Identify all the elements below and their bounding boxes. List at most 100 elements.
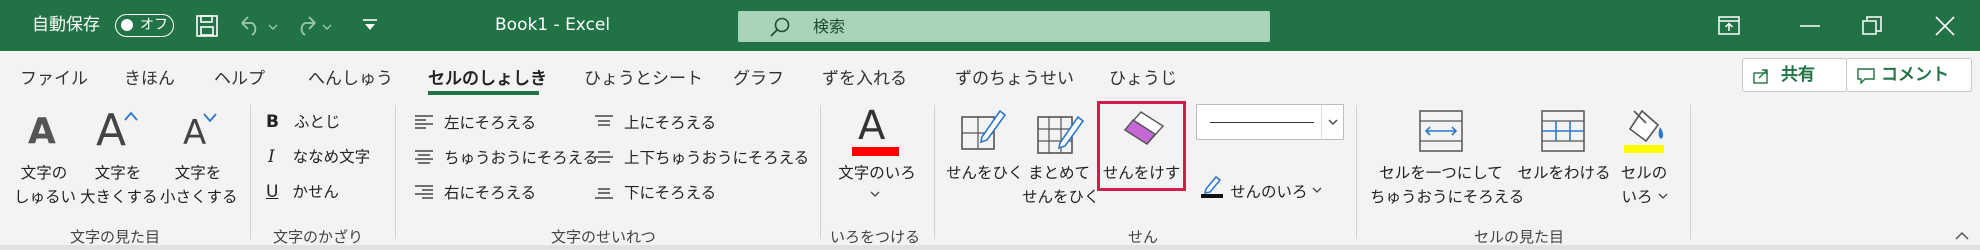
tab-basic[interactable]: きほん <box>124 64 175 89</box>
italic-label: ななめ文字 <box>292 148 371 166</box>
align-center-button[interactable]: ちゅうおうにそろえる <box>414 146 598 168</box>
draw-border-label: せんをひく <box>946 164 1024 182</box>
group-separator <box>934 105 935 239</box>
tab-insert-figure[interactable]: ずを入れる <box>822 64 907 89</box>
autosave-toggle[interactable]: オフ <box>115 14 174 37</box>
caret-up-icon <box>124 111 138 121</box>
bold-button[interactable]: B ふとじ <box>266 110 340 132</box>
bold-icon: B <box>266 112 279 132</box>
group-label-text-appearance: 文字の見た目 <box>70 228 161 246</box>
align-middle-button[interactable]: 上下ちゅうおうにそろえる <box>594 146 809 168</box>
group-separator <box>1356 105 1357 239</box>
group-label-color: いろをつける <box>830 228 921 246</box>
group-separator <box>820 105 821 239</box>
split-cells-icon <box>1541 110 1585 152</box>
fill-color-label-1: セルの <box>1620 164 1668 182</box>
align-bottom-button[interactable]: 下にそろえる <box>594 181 716 203</box>
tab-help[interactable]: ヘルプ <box>214 64 265 89</box>
chevron-down-icon <box>1328 119 1338 125</box>
font-type-icon: A <box>28 111 56 152</box>
align-middle-icon <box>595 151 613 163</box>
underline-button[interactable]: U かせん <box>266 180 339 202</box>
font-bigger-label-2: 大きくする <box>80 188 158 206</box>
merge-center-icon <box>1419 110 1463 152</box>
tab-cell-format[interactable]: セルのしょしき <box>428 64 547 89</box>
font-bigger-icon: A <box>96 105 127 156</box>
line-style-preview <box>1210 122 1314 123</box>
italic-icon: I <box>268 147 275 167</box>
tab-view[interactable]: ひょうじ <box>1109 64 1177 89</box>
redo-icon[interactable] <box>293 15 333 37</box>
save-icon[interactable] <box>196 15 218 37</box>
toggle-knob <box>121 19 133 31</box>
align-middle-label: 上下ちゅうおうにそろえる <box>623 149 810 167</box>
comment-button[interactable]: コメント <box>1846 58 1972 92</box>
active-tab-indicator <box>428 91 539 95</box>
search-box[interactable]: 検索 <box>738 11 1270 42</box>
chevron-down-icon <box>1658 193 1668 199</box>
document-title: Book1 - Excel <box>495 15 611 35</box>
align-right-icon <box>415 185 433 199</box>
share-label: 共有 <box>1781 65 1815 85</box>
autosave-label: 自動保存 <box>32 15 100 35</box>
underline-label: かせん <box>292 183 339 201</box>
font-bigger-label-1: 文字を <box>94 164 142 182</box>
erase-border-label: せんをけす <box>1102 164 1181 182</box>
align-left-button[interactable]: 左にそろえる <box>414 111 536 133</box>
fill-color-icon <box>1624 109 1664 153</box>
title-bar: 自動保存 オフ Book1 - Excel 検索 <box>0 0 1980 51</box>
share-icon <box>1753 69 1768 84</box>
tab-table-sheet[interactable]: ひょうとシート <box>584 64 703 89</box>
group-label-alignment: 文字のせいれつ <box>551 228 656 246</box>
ribbon: A 文字の しゅるい A 文字を 大きくする A 文字を 小さくする 文字の見た… <box>0 101 1980 246</box>
line-color-label: せんのいろ <box>1230 183 1308 201</box>
align-left-icon <box>415 115 433 129</box>
share-button[interactable]: 共有 <box>1742 58 1847 92</box>
eraser-icon <box>1123 111 1165 145</box>
font-smaller-label-1: 文字を <box>174 164 222 182</box>
tab-chart[interactable]: グラフ <box>733 64 784 89</box>
align-top-button[interactable]: 上にそろえる <box>594 111 716 133</box>
autosave-state: オフ <box>140 17 168 33</box>
search-icon <box>770 17 790 37</box>
underline-icon: U <box>266 182 279 202</box>
align-top-label: 上にそろえる <box>623 114 717 132</box>
ribbon-display-icon[interactable] <box>1718 16 1740 36</box>
minimize-icon[interactable] <box>1800 24 1820 28</box>
draw-border-grid-icon <box>1037 115 1084 154</box>
align-right-button[interactable]: 右にそろえる <box>414 181 536 203</box>
search-placeholder: 検索 <box>813 17 846 36</box>
chevron-down-icon <box>1312 187 1322 193</box>
font-type-label-1: 文字の <box>20 164 68 182</box>
collapse-ribbon-icon[interactable] <box>1955 231 1969 241</box>
tab-figure-adjust[interactable]: ずのちょうせい <box>955 64 1074 89</box>
align-left-label: 左にそろえる <box>443 114 537 132</box>
tab-file[interactable]: ファイル <box>20 64 88 89</box>
group-label-text-decoration: 文字のかざり <box>273 228 364 246</box>
font-color-swatch <box>852 147 899 156</box>
erase-border-button[interactable]: せんをけす <box>1097 101 1186 191</box>
group-label-cell-appearance: セルの見た目 <box>1474 228 1565 246</box>
font-color-icon: A <box>858 103 886 149</box>
align-top-icon <box>595 115 613 126</box>
line-style-dropdown-button[interactable] <box>1321 105 1343 139</box>
line-color-icon <box>1201 175 1223 198</box>
caret-down-icon <box>203 113 217 122</box>
align-right-label: 右にそろえる <box>443 184 537 202</box>
align-center-icon <box>415 150 433 164</box>
close-icon[interactable] <box>1935 16 1955 36</box>
ribbon-tabs: ファイル きほん ヘルプ へんしゅう セルのしょしき ひょうとシート グラフ ず… <box>0 51 1980 101</box>
chevron-down-icon <box>870 191 880 197</box>
line-style-dropdown[interactable] <box>1196 104 1344 140</box>
merge-center-label-2: ちゅうおうにそろえる <box>1370 188 1525 206</box>
restore-icon[interactable] <box>1862 16 1882 36</box>
draw-border-icon <box>961 109 1006 150</box>
merge-center-label-1: セルを一つにして <box>1379 164 1503 182</box>
draw-border-grid-label-2: せんをひく <box>1022 188 1100 206</box>
customize-toolbar-icon[interactable] <box>362 18 378 32</box>
italic-button[interactable]: I ななめ文字 <box>268 145 370 167</box>
tab-edit[interactable]: へんしゅう <box>308 64 393 89</box>
draw-border-grid-label-1: まとめて <box>1027 164 1090 182</box>
comment-icon <box>1857 68 1875 84</box>
undo-icon[interactable] <box>238 15 278 37</box>
